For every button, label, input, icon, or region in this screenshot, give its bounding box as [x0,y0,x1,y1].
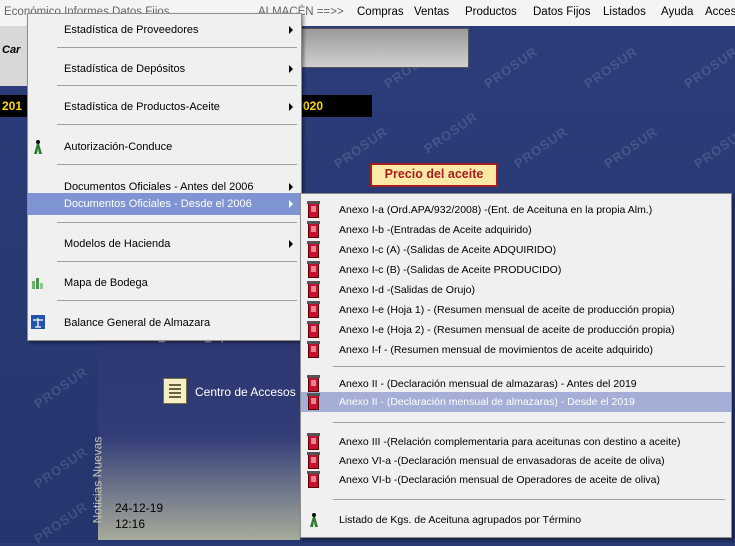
document-icon [307,471,320,488]
separator [57,300,297,301]
document-icon [307,281,320,298]
submenu-item-label: Anexo I-c (A) -(Salidas de Aceite ADQUIR… [339,244,557,256]
submenu-item-anexo-ic-b[interactable]: Anexo I-c (B) -(Salidas de Aceite PRODUC… [301,260,731,280]
menu-item-balance-general[interactable]: Balance General de Almazara [28,312,301,334]
submenu-arrow-icon [289,65,293,73]
chart-icon [31,275,45,292]
submenu-item-label: Anexo I-e (Hoja 2) - (Resumen mensual de… [339,324,675,336]
separator [57,164,297,165]
menu-item-estadistica-productos-aceite[interactable]: Estadística de Productos-Aceite [28,96,301,118]
menu-ayuda[interactable]: Ayuda [661,6,693,18]
submenu-item-label: Anexo II - (Declaración mensual de almaz… [339,378,637,390]
submenu-item-anexo-ie-hoja1[interactable]: Anexo I-e (Hoja 1) - (Resumen mensual de… [301,300,731,320]
submenu-item-label: Anexo III -(Relación complementaria para… [339,436,681,448]
submenu-item-listado-kgs-aceituna[interactable]: Listado de Kgs. de Aceituna agrupados po… [301,510,731,530]
year-right: 020 [303,99,324,113]
menu-item-estadistica-proveedores[interactable]: Estadística de Proveedores [28,19,301,41]
submenu-item-label: Anexo II - (Declaración mensual de almaz… [339,396,635,408]
separator [57,222,297,223]
document-icon [307,393,320,410]
year-left: 201 [2,99,23,113]
submenu-item-label: Anexo I-f - (Resumen mensual de movimien… [339,344,653,356]
news-vertical-label: Noticias Nuevas [90,436,105,524]
separator [333,366,725,367]
submenu-item-anexo-if[interactable]: Anexo I-f - (Resumen mensual de movimien… [301,340,731,360]
document-icon [307,261,320,278]
submenu-item-anexo-vib[interactable]: Anexo VI-b -(Declaración mensual de Oper… [301,470,731,490]
document-icon [307,321,320,338]
menu-item-label: Mapa de Bodega [64,277,148,289]
separator [333,422,725,423]
document-icon [307,452,320,469]
submenu-arrow-icon [289,183,293,191]
menu-item-label: Estadística de Depósitos [64,63,186,75]
submenu-item-anexo-iii[interactable]: Anexo III -(Relación complementaria para… [301,432,731,452]
separator [57,47,297,48]
dropdown-menu-economico: Estadística de Proveedores Estadística d… [27,13,302,341]
balance-icon [31,315,45,332]
document-icon [307,301,320,318]
submenu-item-label: Anexo I-a (Ord.APA/932/2008) -(Ent. de A… [339,204,653,216]
menu-ventas[interactable]: Ventas [414,6,449,18]
separator [57,124,297,125]
submenu-arrow-icon [289,240,293,248]
document-icon [307,221,320,238]
menu-listados[interactable]: Listados [603,6,646,18]
menu-item-estadistica-depositos[interactable]: Estadística de Depósitos [28,58,301,80]
menu-item-label: Modelos de Hacienda [64,238,171,250]
menu-item-label: Estadística de Proveedores [64,24,199,36]
submenu-item-label: Anexo I-b -(Entradas de Aceite adquirido… [339,224,532,236]
submenu-item-anexo-ib[interactable]: Anexo I-b -(Entradas de Aceite adquirido… [301,220,731,240]
document-icon [307,433,320,450]
submenu-arrow-icon [289,200,293,208]
olive-icon [31,139,45,158]
submenu-item-anexo-ia[interactable]: Anexo I-a (Ord.APA/932/2008) -(Ent. de A… [301,200,731,220]
price-title: Precio del aceite [384,167,484,181]
submenu-item-label: Listado de Kgs. de Aceituna agrupados po… [339,514,582,526]
submenu-item-label: Anexo VI-b -(Declaración mensual de Oper… [339,474,661,486]
document-icon [307,375,320,392]
window-left-panel [0,26,28,86]
menu-item-label: Documentos Oficiales - Antes del 2006 [64,181,254,193]
top-gray-panel [300,28,469,68]
submenu-documentos-desde-2006: Anexo I-a (Ord.APA/932/2008) -(Ent. de A… [300,193,732,538]
menu-productos[interactable]: Productos [465,6,517,18]
separator [57,85,297,86]
menu-item-modelos-hacienda[interactable]: Modelos de Hacienda [28,233,301,255]
olive-icon [307,512,321,531]
submenu-item-label: Anexo I-c (B) -(Salidas de Aceite PRODUC… [339,264,562,276]
document-icon [307,341,320,358]
submenu-arrow-icon [289,103,293,111]
submenu-item-anexo-id[interactable]: Anexo I-d -(Salidas de Orujo) [301,280,731,300]
separator [57,261,297,262]
separator [333,499,725,500]
menu-item-documentos-desde-2006[interactable]: Documentos Oficiales - Desde el 2006 [28,193,301,215]
menu-acces[interactable]: Acces [705,6,735,18]
access-center-label[interactable]: Centro de Accesos [195,385,296,399]
menu-compras[interactable]: Compras [357,6,404,18]
submenu-item-label: Anexo I-e (Hoja 1) - (Resumen mensual de… [339,304,675,316]
submenu-item-anexo-ie-hoja2[interactable]: Anexo I-e (Hoja 2) - (Resumen mensual de… [301,320,731,340]
submenu-item-label: Anexo I-d -(Salidas de Orujo) [339,284,475,296]
submenu-item-anexo-ic-a[interactable]: Anexo I-c (A) -(Salidas de Aceite ADQUIR… [301,240,731,260]
submenu-item-anexo-via[interactable]: Anexo VI-a -(Declaración mensual de enva… [301,451,731,471]
menu-item-label: Estadística de Productos-Aceite [64,101,220,113]
submenu-item-anexo-ii-desde-2019[interactable]: Anexo II - (Declaración mensual de almaz… [301,392,731,412]
menu-item-autorizacion-conduce[interactable]: Autorización-Conduce [28,136,301,158]
window-title-fragment: Car [2,44,21,56]
date-label: 24-12-19 [115,501,164,515]
menu-item-label: Autorización-Conduce [64,141,173,153]
submenu-arrow-icon [289,26,293,34]
time-label: 12:16 [115,517,146,531]
price-box: Precio del aceite [370,163,498,187]
menu-item-mapa-bodega[interactable]: Mapa de Bodega [28,272,301,294]
document-icon [307,241,320,258]
submenu-item-anexo-ii-antes-2019[interactable]: Anexo II - (Declaración mensual de almaz… [301,374,731,394]
menu-item-label: Balance General de Almazara [64,317,211,329]
access-center-icon[interactable] [163,378,187,404]
menu-item-label: Documentos Oficiales - Desde el 2006 [64,198,252,210]
document-icon [307,201,320,218]
menu-datos-fijos[interactable]: Datos Fijos [533,6,591,18]
submenu-item-label: Anexo VI-a -(Declaración mensual de enva… [339,455,665,467]
